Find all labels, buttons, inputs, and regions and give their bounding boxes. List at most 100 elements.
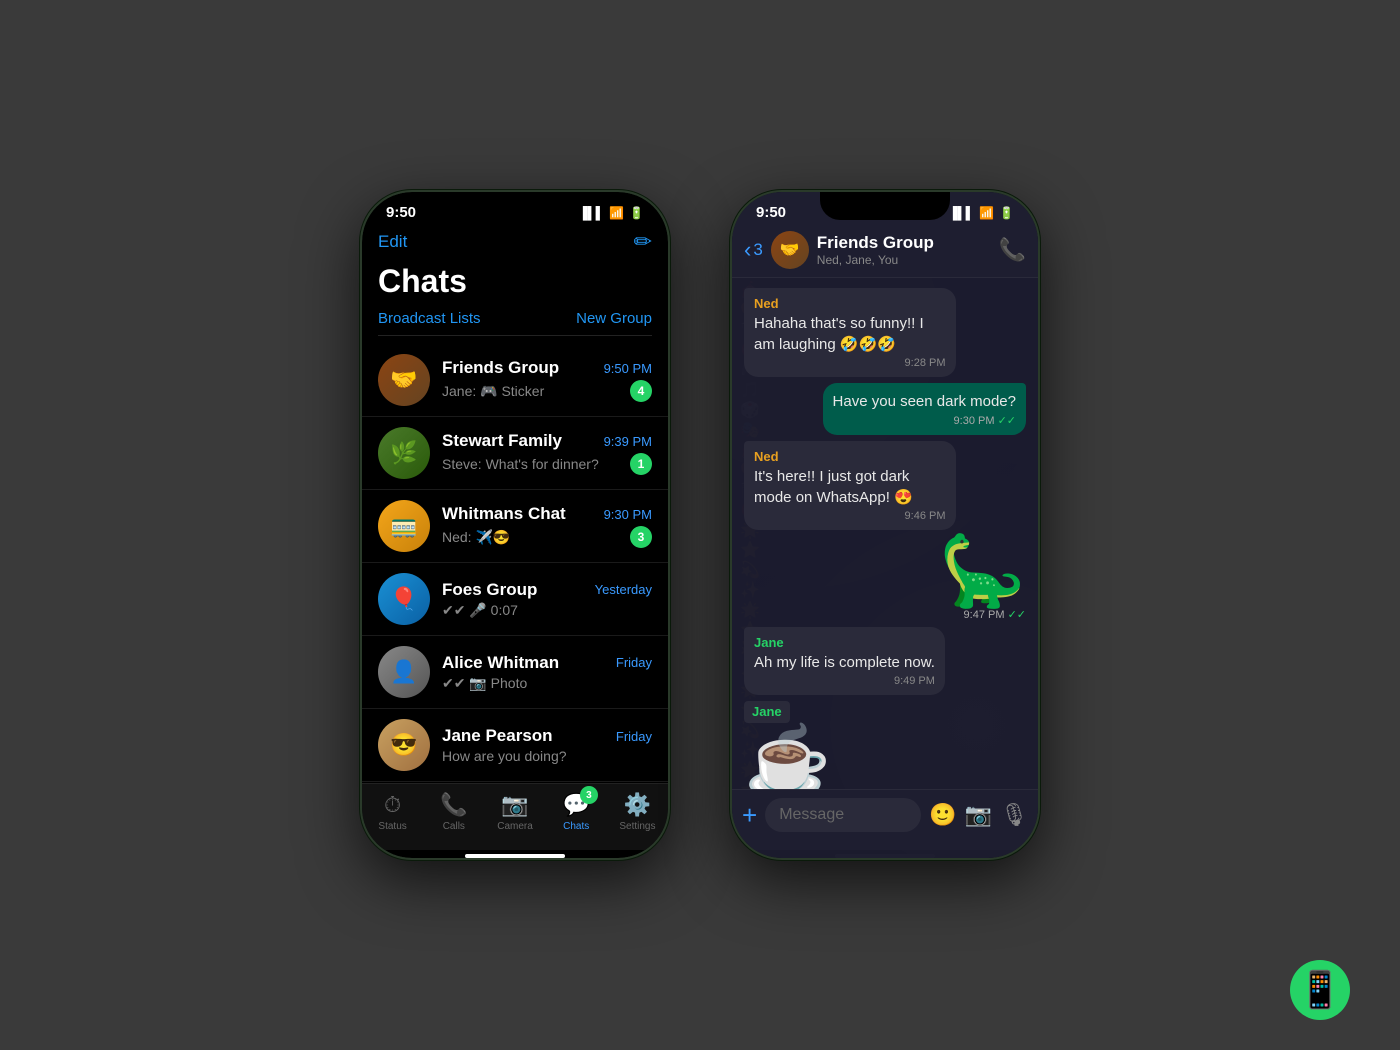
- jane-label-text: Jane: [752, 704, 782, 719]
- header-group-name: Friends Group: [817, 233, 991, 253]
- sticker-dinosaur: 🦕: [939, 536, 1026, 606]
- checkmark-icon: ✓✓: [998, 415, 1016, 427]
- notch: [450, 192, 580, 220]
- avatar-jane-pearson: 😎: [378, 719, 430, 771]
- broadcast-lists-button[interactable]: Broadcast Lists: [378, 310, 481, 327]
- message-input[interactable]: Message: [765, 798, 921, 832]
- chat-preview-friends-group: Jane: 🎮 Sticker: [442, 383, 622, 400]
- chat-content-friends-group: Friends Group 9:50 PM Jane: 🎮 Sticker 4: [442, 358, 652, 402]
- calls-tab-icon: 📞: [440, 792, 467, 818]
- chat-content-alice-whitman: Alice Whitman Friday ✔✔ 📷 Photo: [442, 653, 652, 692]
- chat-item-jane-pearson[interactable]: 😎 Jane Pearson Friday How are you doing?: [362, 709, 668, 782]
- tab-chats[interactable]: 💬 3 Chats: [546, 792, 607, 832]
- chat-preview-alice-whitman: ✔✔ 📷 Photo: [442, 675, 652, 692]
- signal-icon-2: ▐▌▌: [949, 206, 975, 220]
- chat-content-jane-pearson: Jane Pearson Friday How are you doing?: [442, 726, 652, 764]
- home-indicator: [465, 854, 565, 858]
- message-input-placeholder: Message: [779, 806, 844, 823]
- chat-time-foes-group: Yesterday: [595, 582, 652, 597]
- back-button[interactable]: ‹ 3: [744, 237, 763, 263]
- chat-name-friends-group: Friends Group: [442, 358, 559, 378]
- chat-content-stewart-family: Stewart Family 9:39 PM Steve: What's for…: [442, 431, 652, 475]
- chat-name-jane-pearson: Jane Pearson: [442, 726, 553, 746]
- camera-input-button[interactable]: 📷: [965, 802, 992, 828]
- new-group-button[interactable]: New Group: [576, 310, 652, 327]
- unread-badge-friends-group: 4: [630, 380, 652, 402]
- status-tab-icon: ⏱: [384, 792, 401, 818]
- tab-bar: ⏱ Status 📞 Calls 📷 Camera 💬 3: [362, 783, 668, 850]
- wifi-icon-2: 📶: [979, 206, 994, 220]
- chats-title: Chats: [378, 263, 652, 300]
- calls-tab-label: Calls: [443, 821, 465, 832]
- tab-calls[interactable]: 📞 Calls: [423, 792, 484, 832]
- header-avatar: 🤝: [771, 231, 809, 269]
- compose-button[interactable]: ✏: [634, 229, 652, 255]
- msg-time-ned-1: 9:28 PM: [754, 357, 946, 369]
- chat-item-friends-group[interactable]: 🤝 Friends Group 9:50 PM Jane: 🎮 Sticker …: [362, 344, 668, 417]
- battery-icon: 🔋: [629, 206, 644, 220]
- message-1: Ned Hahaha that's so funny!! I am laughi…: [744, 288, 956, 377]
- msg-sender-ned-1: Ned: [754, 296, 946, 311]
- messages-area: Ned Hahaha that's so funny!! I am laughi…: [732, 278, 1038, 789]
- chats-tab-label: Chats: [563, 821, 589, 832]
- msg-text-sent-1: Have you seen dark mode?: [833, 391, 1016, 412]
- chat-item-alice-whitman[interactable]: 👤 Alice Whitman Friday ✔✔ 📷 Photo: [362, 636, 668, 709]
- avatar-friends-group: 🤝: [378, 354, 430, 406]
- chat-detail-screen: 🎮🎵🎲🎭🎪🎨🎬🎯🎮🎵🎲🎭🎪🎨🎬🎯 🌟⭐💫✨🌟⭐💫✨🌟⭐💫✨🌟⭐💫✨ 🎮🎵🎲🎭🎪🎨…: [732, 192, 1038, 858]
- back-arrow-icon: ‹: [744, 237, 751, 263]
- sticker-coffee: ☕: [744, 727, 831, 789]
- chats-tab-badge: 3: [580, 786, 598, 804]
- call-button[interactable]: 📞: [999, 237, 1026, 263]
- camera-tab-label: Camera: [497, 821, 533, 832]
- tab-camera[interactable]: 📷 Camera: [484, 792, 545, 832]
- chat-preview-jane-pearson: How are you doing?: [442, 748, 652, 764]
- chat-content-whitmans-chat: Whitmans Chat 9:30 PM Ned: ✈️😎 3: [442, 504, 652, 548]
- status-tab-label: Status: [378, 821, 406, 832]
- msg-text-ned-1: Hahaha that's so funny!! I am laughing 🤣…: [754, 313, 946, 355]
- chats-screen: 9:50 ▐▌▌ 📶 🔋 Edit ✏ Chats Broadca: [362, 192, 668, 858]
- edit-button[interactable]: Edit: [378, 232, 407, 252]
- home-indicator-2: [835, 854, 935, 858]
- header-info: Friends Group Ned, Jane, You: [817, 233, 991, 267]
- chat-item-foes-group[interactable]: 🎈 Foes Group Yesterday ✔✔ 🎤 0:07: [362, 563, 668, 636]
- chat-time-whitmans-chat: 9:30 PM: [604, 507, 652, 522]
- chat-time-friends-group: 9:50 PM: [604, 361, 652, 376]
- unread-badge-whitmans-chat: 3: [630, 526, 652, 548]
- wifi-icon: 📶: [609, 206, 624, 220]
- phone-1: 9:50 ▐▌▌ 📶 🔋 Edit ✏ Chats Broadca: [360, 190, 670, 860]
- message-2: Have you seen dark mode? 9:30 PM ✓✓: [823, 383, 1026, 435]
- unread-badge-stewart-family: 1: [630, 453, 652, 475]
- chat-item-stewart-family[interactable]: 🌿 Stewart Family 9:39 PM Steve: What's f…: [362, 417, 668, 490]
- chat-preview-foes-group: ✔✔ 🎤 0:07: [442, 602, 652, 619]
- emoji-button[interactable]: 🙂: [929, 802, 956, 828]
- jane-label: Jane: [744, 701, 790, 723]
- chat-preview-stewart-family: Steve: What's for dinner?: [442, 456, 622, 472]
- message-3: Ned It's here!! I just got dark mode on …: [744, 441, 956, 530]
- microphone-button[interactable]: 🎙: [1000, 802, 1028, 828]
- add-attachment-button[interactable]: +: [742, 800, 757, 831]
- message-4: Jane Ah my life is complete now. 9:49 PM: [744, 627, 945, 695]
- tab-status[interactable]: ⏱ Status: [362, 792, 423, 832]
- sticker-checkmark: ✓✓: [1008, 609, 1026, 621]
- tab-settings[interactable]: ⚙️ Settings: [607, 792, 668, 832]
- avatar-stewart-family: 🌿: [378, 427, 430, 479]
- msg-text-ned-2: It's here!! I just got dark mode on What…: [754, 466, 946, 508]
- chat-item-whitmans-chat[interactable]: 🚃 Whitmans Chat 9:30 PM Ned: ✈️😎 3: [362, 490, 668, 563]
- msg-text-jane-1: Ah my life is complete now.: [754, 652, 935, 673]
- chat-time-stewart-family: 9:39 PM: [604, 434, 652, 449]
- status-icons: ▐▌▌ 📶 🔋: [579, 206, 644, 220]
- settings-tab-label: Settings: [619, 821, 655, 832]
- whatsapp-logo-icon: 📱: [1298, 969, 1343, 1011]
- signal-icon: ▐▌▌: [579, 206, 605, 220]
- msg-time-jane-1: 9:49 PM: [754, 675, 935, 687]
- avatar-whitmans-chat: 🚃: [378, 500, 430, 552]
- chat-name-foes-group: Foes Group: [442, 580, 537, 600]
- sticker-jane-wrapper: Jane ☕ 9:50 PM: [744, 701, 831, 789]
- avatar-foes-group: 🎈: [378, 573, 430, 625]
- settings-tab-icon: ⚙️: [624, 792, 651, 818]
- msg-sender-ned-2: Ned: [754, 449, 946, 464]
- avatar-alice-whitman: 👤: [378, 646, 430, 698]
- chats-tab-badge-wrapper: 💬 3: [563, 792, 590, 818]
- msg-time-sent-1: 9:30 PM ✓✓: [833, 414, 1016, 427]
- chat-name-whitmans-chat: Whitmans Chat: [442, 504, 566, 524]
